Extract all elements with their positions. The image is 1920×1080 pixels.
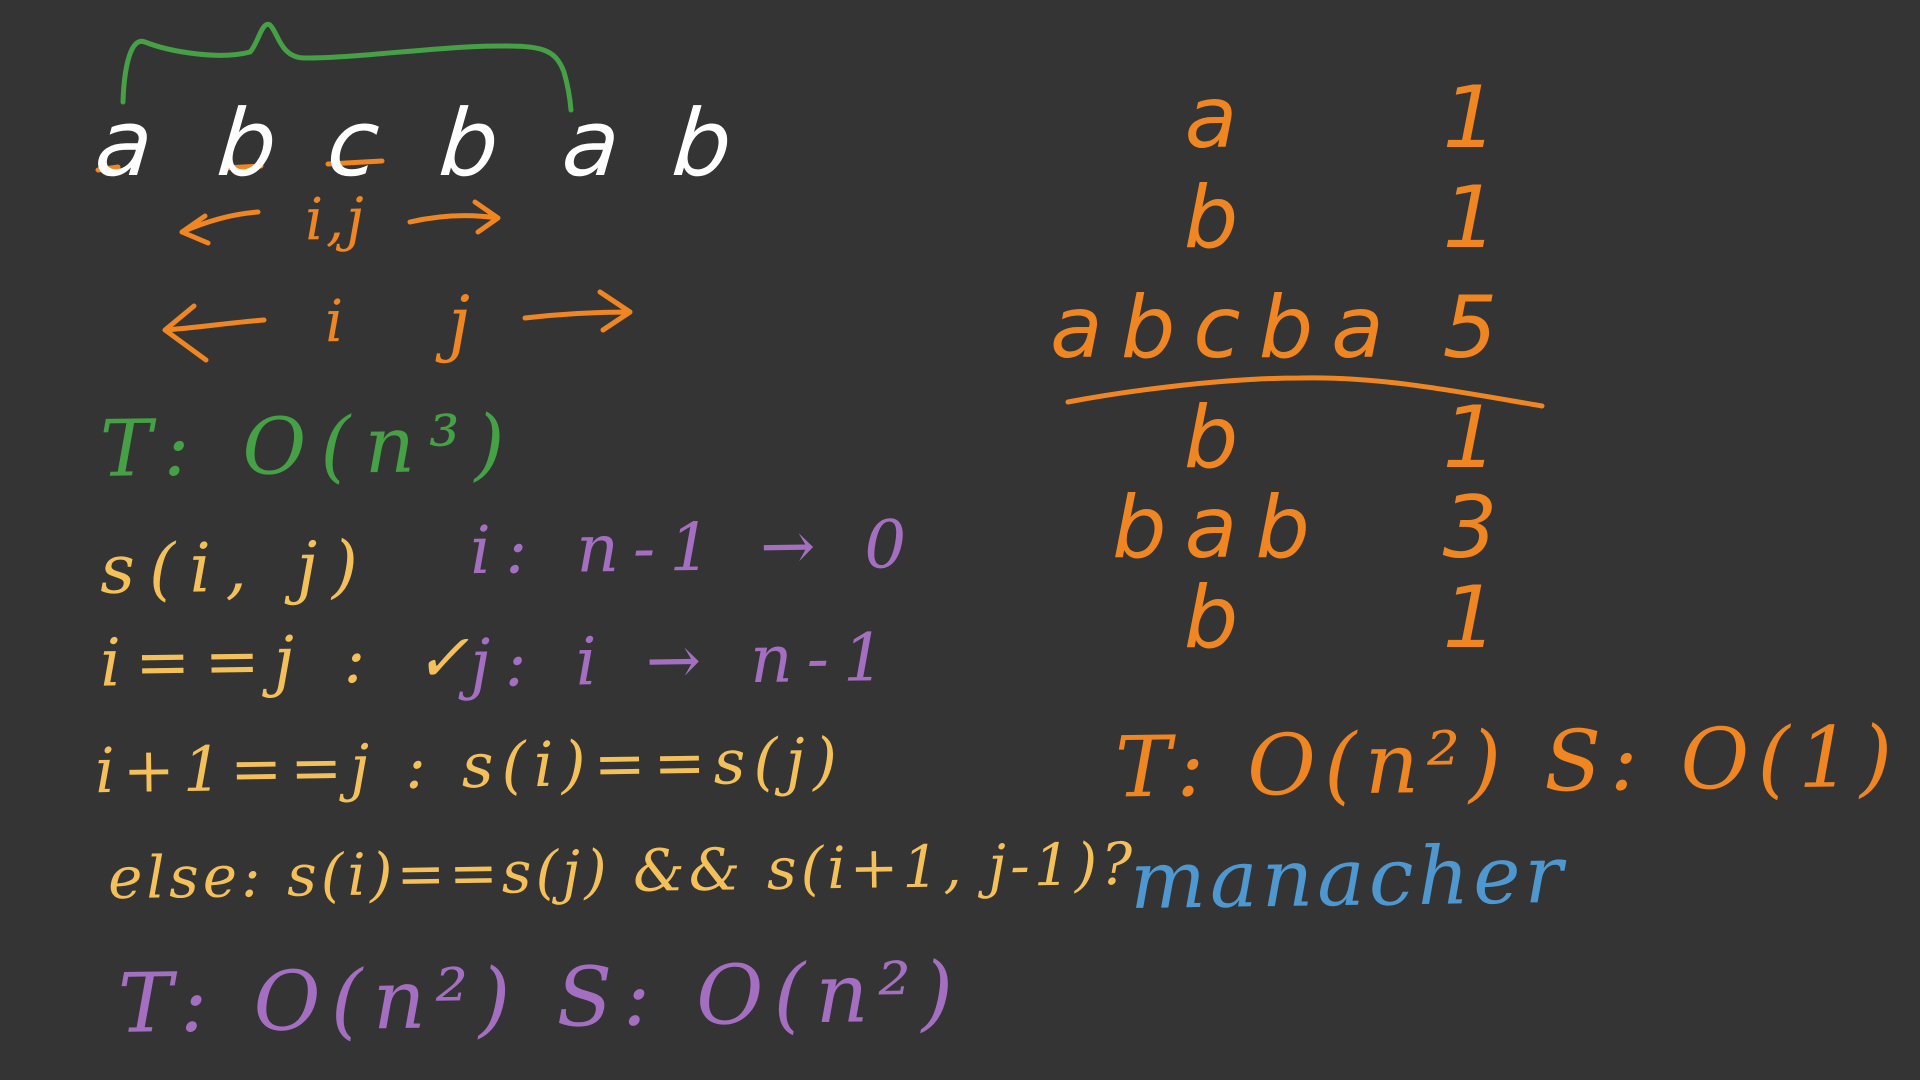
row-length: 3 — [1442, 478, 1498, 578]
pointer-i: i — [324, 286, 359, 356]
dp-complexity: T: O(n²) S: O(n²) — [117, 945, 964, 1052]
row-length: 1 — [1442, 68, 1498, 168]
table-row: b 1 — [1050, 175, 1610, 265]
table-row: b 1 — [1050, 575, 1610, 665]
table-row: abcba 5 — [1050, 285, 1610, 375]
char-3: b — [435, 90, 504, 197]
base-case-pair: i+1==j : s(i)==s(j) — [94, 723, 846, 808]
table-row: bab 3 — [1050, 485, 1610, 575]
whiteboard-canvas: a b c b a b i,j i j T: O(n³) s(i, j) i: … — [0, 0, 1920, 1080]
row-string: a — [1184, 68, 1256, 168]
row-string: bab — [1112, 478, 1328, 578]
center-expansion-complexity: T: O(n²) S: O(1) — [1114, 707, 1901, 817]
char-0: a — [91, 90, 158, 197]
i-loop-range: i: n-1 → 0 — [469, 505, 921, 590]
char-2: c — [323, 90, 384, 197]
table-row: b 1 — [1050, 395, 1610, 485]
input-string: a b c b a b — [88, 90, 758, 197]
row-length: 1 — [1442, 568, 1498, 668]
pointer-ij: i,j — [304, 184, 367, 254]
arrow-right-2 — [522, 289, 633, 333]
arrow-right-1 — [407, 199, 501, 235]
char-5: b — [668, 90, 737, 197]
table-row: a 1 — [1050, 75, 1610, 165]
row-string: b — [1183, 168, 1257, 268]
char-1: b — [213, 90, 282, 197]
row-string: abcba — [1050, 278, 1402, 378]
center-expansion-table: a 1 b 1 abcba 5 b 1 bab 3 b 1 — [1050, 75, 1610, 675]
brute-force-complexity: T: O(n³) — [99, 399, 520, 495]
char-4: a — [558, 90, 625, 197]
recurrence: else: s(i)==s(j) && s(i+1, j-1)? — [107, 829, 1137, 913]
row-string: b — [1183, 568, 1257, 668]
j-loop-range: j: i → n-1 — [469, 619, 900, 702]
row-length: 1 — [1442, 168, 1498, 268]
arrow-left-1 — [179, 209, 261, 246]
row-length: 1 — [1442, 388, 1498, 488]
row-string: b — [1183, 388, 1257, 488]
row-length: 5 — [1442, 278, 1498, 378]
arrow-left-2 — [162, 303, 267, 363]
base-case-single: i==j : ✓ — [99, 619, 485, 702]
pointer-j: j — [447, 279, 485, 365]
manacher-note: manacher — [1129, 827, 1568, 928]
state-definition: s(i, j) — [99, 527, 373, 610]
